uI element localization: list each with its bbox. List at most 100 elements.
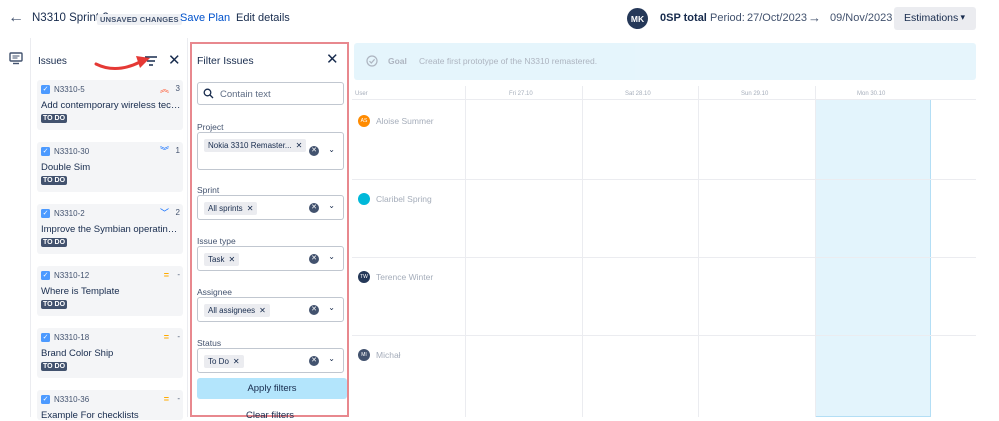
row-divider (352, 257, 976, 258)
chevron-down-icon[interactable]: ⌄ (328, 145, 335, 154)
sprint-chip: All sprints ✕ (204, 202, 258, 215)
issue-key: N3310-36 (54, 395, 90, 404)
status-label: Status (197, 338, 222, 348)
apply-filters-button[interactable]: Apply filters (197, 378, 347, 399)
unsaved-changes-badge: UNSAVED CHANGES (97, 14, 182, 25)
clear-icon[interactable]: ✕ (309, 203, 319, 213)
remove-chip-icon[interactable]: ✕ (228, 255, 235, 264)
clear-filters-button[interactable]: Clear filters (246, 410, 294, 421)
period-end-date[interactable]: 09/Nov/2023 (830, 12, 892, 24)
user-column-header: User (355, 91, 368, 97)
filter-issues-panel: Filter Issues ✕ Project Nokia 3310 Remas… (190, 42, 349, 421)
project-select[interactable]: Nokia 3310 Remaster... ✕ ✕ ⌄ (197, 132, 344, 170)
search-icon (203, 88, 214, 99)
issue-card[interactable]: ✓ N3310-30 ︾ 1 Double Sim TO DO (37, 142, 183, 192)
project-chip-label: Nokia 3310 Remaster... (208, 141, 292, 150)
header-divider (352, 99, 976, 100)
close-icon[interactable]: ✕ (326, 50, 339, 68)
issue-card[interactable]: ✓ N3310-2 ﹀ 2 Improve the Symbian operat… (37, 204, 183, 254)
user-row: AS Aloise Summer (358, 114, 434, 128)
remove-chip-icon[interactable]: ✕ (247, 204, 254, 213)
annotation-arrow-icon (94, 56, 150, 70)
card-header: ✓ N3310-30 (41, 146, 89, 157)
estimations-dropdown[interactable]: Estimations ▾ (894, 7, 976, 30)
row-divider (352, 179, 976, 180)
column-divider (582, 86, 583, 417)
story-points: 1 (175, 146, 180, 155)
chevron-down-icon[interactable]: ⌄ (328, 252, 335, 261)
schedule-grid: User Fri 27.10 Sat 28.10 Sun 29.10 Mon 3… (352, 86, 976, 417)
issue-card[interactable]: ✓ N3310-36 = - Example For checklists (37, 390, 183, 421)
board-icon[interactable] (9, 52, 23, 65)
issue-title: Double Sim (41, 162, 91, 173)
chevron-down-icon[interactable]: ⌄ (328, 303, 335, 312)
issue-key: N3310-5 (54, 85, 85, 94)
day-header: Mon 30.10 (857, 91, 886, 97)
clear-icon[interactable]: ✕ (309, 356, 319, 366)
user-name: Aloise Summer (376, 116, 434, 126)
close-icon[interactable]: ✕ (168, 51, 181, 69)
task-icon: ✓ (41, 271, 50, 280)
issue-title: Brand Color Ship (41, 348, 114, 359)
status-badge: TO DO (41, 176, 68, 185)
task-icon: ✓ (41, 209, 50, 218)
period-start-date[interactable]: 27/Oct/2023 (747, 12, 807, 24)
avatar[interactable]: MK (627, 8, 648, 29)
story-points: - (177, 394, 180, 403)
check-circle-icon (366, 55, 378, 67)
clear-icon[interactable]: ✕ (309, 305, 319, 315)
issue-title: Add contemporary wireless tech... (41, 100, 181, 111)
issue-card[interactable]: ✓ N3310-12 = - Where is Template TO DO (37, 266, 183, 316)
issue-type-select[interactable]: Task ✕ ✕ ⌄ (197, 246, 344, 271)
issue-type-chip: Task ✕ (204, 253, 240, 266)
task-icon: ✓ (41, 333, 50, 342)
issues-title: Issues (38, 56, 67, 67)
lowest-priority-icon: ︾ (159, 146, 169, 156)
project-label: Project (197, 122, 224, 132)
issue-key: N3310-18 (54, 333, 90, 342)
day-header: Sun 29.10 (741, 91, 769, 97)
highest-priority-icon: ︽ (159, 84, 169, 94)
sprint-select[interactable]: All sprints ✕ ✕ ⌄ (197, 195, 344, 220)
search-input[interactable] (220, 86, 340, 102)
user-row: TW Terence Winter (358, 270, 433, 284)
avatar: MI (358, 349, 370, 361)
top-bar: ← N3310 Sprint 2 UNSAVED CHANGES Save Pl… (0, 0, 999, 38)
period-label: Period: (710, 12, 745, 24)
card-header: ✓ N3310-36 (41, 394, 89, 405)
chevron-down-icon[interactable]: ⌄ (328, 354, 335, 363)
row-divider (352, 335, 976, 336)
issue-card[interactable]: ✓ N3310-5 ︽ 3 Add contemporary wireless … (37, 80, 183, 130)
status-badge: TO DO (41, 362, 68, 371)
status-select[interactable]: To Do ✕ ✕ ⌄ (197, 348, 344, 373)
remove-chip-icon[interactable]: ✕ (296, 141, 303, 150)
assignee-chip-label: All assignees (208, 306, 256, 315)
chevron-down-icon[interactable]: ⌄ (328, 201, 335, 210)
card-header: ✓ N3310-18 (41, 332, 89, 343)
back-arrow-icon[interactable]: ← (8, 9, 24, 27)
column-divider (698, 86, 699, 417)
assignee-select[interactable]: All assignees ✕ ✕ ⌄ (197, 297, 344, 322)
clear-icon[interactable]: ✕ (309, 254, 319, 264)
user-row: MI Michał (358, 348, 401, 362)
edit-details-button[interactable]: Edit details (236, 12, 290, 24)
remove-chip-icon[interactable]: ✕ (259, 306, 266, 315)
issue-title: Example For checklists (41, 410, 139, 421)
card-header: ✓ N3310-12 (41, 270, 89, 281)
user-name: Claribel Spring (376, 194, 432, 204)
issue-card[interactable]: ✓ N3310-18 = - Brand Color Ship TO DO (37, 328, 183, 378)
status-badge: TO DO (41, 300, 68, 309)
medium-priority-icon: = (163, 332, 169, 342)
clear-icon[interactable]: ✕ (309, 146, 319, 156)
save-plan-button[interactable]: Save Plan (180, 12, 230, 24)
search-box (197, 82, 344, 105)
issue-type-chip-label: Task (208, 255, 225, 264)
story-points: - (177, 332, 180, 341)
assignee-chip: All assignees ✕ (204, 304, 270, 317)
user-row: Claribel Spring (358, 192, 432, 206)
user-name: Terence Winter (376, 272, 434, 282)
issue-type-label: Issue type (197, 236, 236, 246)
avatar (358, 193, 370, 205)
goal-text: Create first prototype of the N3310 rema… (419, 56, 598, 66)
remove-chip-icon[interactable]: ✕ (233, 357, 240, 366)
